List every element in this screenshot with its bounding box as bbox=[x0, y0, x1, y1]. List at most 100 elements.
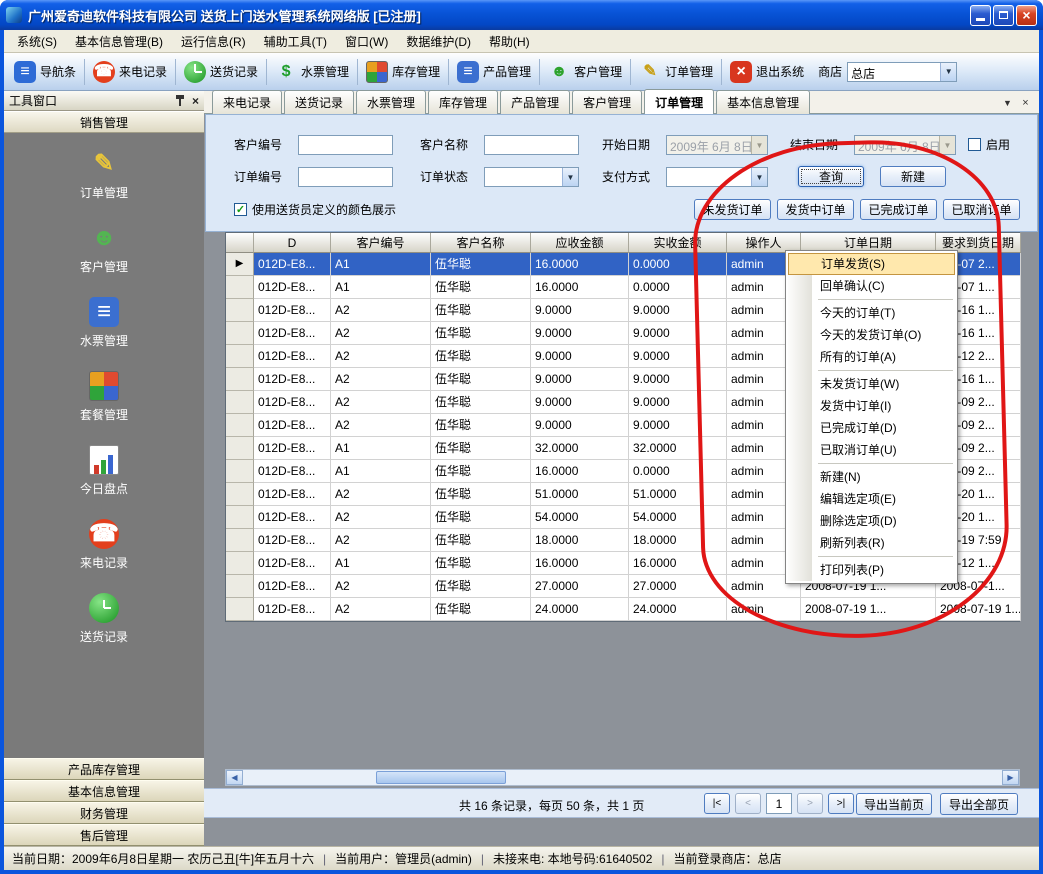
context-menu-item[interactable]: 订单发货(S) bbox=[788, 253, 955, 275]
status-filter-button[interactable]: 发货中订单 bbox=[777, 199, 854, 220]
sidebar-item[interactable]: ☻客户管理 bbox=[80, 223, 128, 275]
delivery-color-checkbox[interactable] bbox=[234, 203, 247, 216]
grid-column-header[interactable]: 实收金额 bbox=[629, 233, 727, 253]
grid-column-header[interactable]: 客户名称 bbox=[431, 233, 531, 253]
sidebar-bottom-item[interactable]: 售后管理 bbox=[4, 824, 204, 846]
horizontal-scrollbar[interactable]: ◀ ▶ bbox=[225, 769, 1020, 786]
store-combo-arrow-icon[interactable]: ▼ bbox=[940, 63, 956, 81]
status-filter-button[interactable]: 已完成订单 bbox=[860, 199, 937, 220]
menubar-item[interactable]: 帮助(H) bbox=[480, 30, 539, 53]
context-menu-item[interactable]: 编辑选定项(E) bbox=[788, 488, 955, 510]
context-menu-item[interactable]: 刷新列表(R) bbox=[788, 532, 955, 554]
menubar-item[interactable]: 数据维护(D) bbox=[397, 30, 480, 53]
order-no-input[interactable] bbox=[298, 167, 393, 187]
menubar-item[interactable]: 辅助工具(T) bbox=[255, 30, 336, 53]
search-button[interactable]: 查询 bbox=[798, 166, 864, 187]
context-menu-item[interactable]: 今天的发货订单(O) bbox=[788, 324, 955, 346]
sidebar-item[interactable]: ✎订单管理 bbox=[80, 149, 128, 201]
toolbar-button[interactable]: ☻客户管理 bbox=[542, 57, 628, 87]
scroll-left-icon[interactable]: ◀ bbox=[226, 770, 243, 785]
enable-checkbox[interactable] bbox=[968, 138, 981, 151]
scroll-right-icon[interactable]: ▶ bbox=[1002, 770, 1019, 785]
tab-item[interactable]: 库存管理 bbox=[428, 90, 498, 114]
grid-column-header[interactable]: 应收金额 bbox=[531, 233, 629, 253]
cell-id: 012D-E8... bbox=[254, 345, 331, 368]
context-menu-item[interactable]: 删除选定项(D) bbox=[788, 510, 955, 532]
start-date-picker[interactable]: 2009年 6月 8日 ▼ bbox=[666, 135, 768, 155]
row-header bbox=[226, 552, 254, 575]
tab-dropdown-icon[interactable]: ▼ bbox=[1000, 95, 1015, 110]
cell-customer-name: 伍华聪 bbox=[431, 299, 531, 322]
export-all-pages-button[interactable]: 导出全部页 bbox=[940, 793, 1018, 815]
tab-close-icon[interactable]: × bbox=[1018, 95, 1033, 110]
context-menu-item[interactable]: 回单确认(C) bbox=[788, 275, 955, 297]
context-menu-item[interactable]: 所有的订单(A) bbox=[788, 346, 955, 368]
sidebar-bottom-item[interactable]: 产品库存管理 bbox=[4, 758, 204, 780]
context-menu-item[interactable]: 已取消订单(U) bbox=[788, 439, 955, 461]
customer-no-input[interactable] bbox=[298, 135, 393, 155]
sidebar-close-icon[interactable]: × bbox=[192, 95, 199, 107]
end-date-picker[interactable]: 2009年 6月 8日 ▼ bbox=[854, 135, 956, 155]
water-ticket-dollar-icon: $ bbox=[275, 61, 297, 83]
sidebar-item[interactable]: ☎来电记录 bbox=[80, 519, 128, 571]
toolbar-button[interactable]: 库存管理 bbox=[360, 57, 446, 87]
menubar-item[interactable]: 窗口(W) bbox=[336, 30, 397, 53]
tab-item[interactable]: 来电记录 bbox=[212, 90, 282, 114]
context-menu-item[interactable]: 打印列表(P) bbox=[788, 559, 955, 581]
sidebar-item[interactable]: 套餐管理 bbox=[80, 371, 128, 423]
grid-column-header[interactable]: D bbox=[254, 233, 331, 253]
minimize-button[interactable] bbox=[970, 5, 991, 26]
next-page-button[interactable]: > bbox=[797, 793, 823, 814]
sidebar-item[interactable]: 今日盘点 bbox=[80, 445, 128, 497]
order-status-arrow-icon[interactable]: ▼ bbox=[562, 168, 578, 186]
pay-method-combo[interactable]: ▼ bbox=[666, 167, 768, 187]
menubar-item[interactable]: 运行信息(R) bbox=[172, 30, 255, 53]
menubar-item[interactable]: 基本信息管理(B) bbox=[66, 30, 172, 53]
delivery-clock-icon bbox=[184, 61, 206, 83]
restore-button[interactable] bbox=[993, 5, 1014, 26]
toolbar-button[interactable]: ≡导航条 bbox=[8, 57, 82, 87]
export-current-page-button[interactable]: 导出当前页 bbox=[856, 793, 932, 815]
pay-method-arrow-icon[interactable]: ▼ bbox=[751, 168, 767, 186]
sidebar-bottom-item[interactable]: 基本信息管理 bbox=[4, 780, 204, 802]
first-page-button[interactable]: |< bbox=[704, 793, 730, 814]
page-number-input[interactable] bbox=[766, 793, 792, 814]
status-filter-button[interactable]: 未发货订单 bbox=[694, 199, 771, 220]
prev-page-button[interactable]: < bbox=[735, 793, 761, 814]
scrollbar-thumb[interactable] bbox=[376, 771, 506, 784]
pin-icon[interactable] bbox=[175, 95, 185, 106]
order-status-combo[interactable]: ▼ bbox=[484, 167, 579, 187]
toolbar-button[interactable]: ×退出系统 bbox=[724, 57, 810, 87]
sidebar-item[interactable]: ≡水票管理 bbox=[80, 297, 128, 349]
context-menu-item[interactable]: 发货中订单(I) bbox=[788, 395, 955, 417]
toolbar-button[interactable]: $水票管理 bbox=[269, 57, 355, 87]
cell-customer-name: 伍华聪 bbox=[431, 276, 531, 299]
toolbar-button[interactable]: ≡产品管理 bbox=[451, 57, 537, 87]
context-menu-item[interactable]: 未发货订单(W) bbox=[788, 373, 955, 395]
toolbar-button[interactable]: ✎订单管理 bbox=[633, 57, 719, 87]
tab-item[interactable]: 基本信息管理 bbox=[716, 90, 810, 114]
tab-item[interactable]: 水票管理 bbox=[356, 90, 426, 114]
cell-receivable: 16.0000 bbox=[531, 552, 629, 575]
context-menu-item[interactable]: 新建(N) bbox=[788, 466, 955, 488]
new-button[interactable]: 新建 bbox=[880, 166, 946, 187]
menubar-item[interactable]: 系统(S) bbox=[8, 30, 66, 53]
sidebar-bottom-item[interactable]: 财务管理 bbox=[4, 802, 204, 824]
tab-active[interactable]: 订单管理 bbox=[644, 89, 714, 114]
context-menu-item[interactable]: 已完成订单(D) bbox=[788, 417, 955, 439]
close-button[interactable]: × bbox=[1016, 5, 1037, 26]
customer-name-input[interactable] bbox=[484, 135, 579, 155]
context-menu-item[interactable]: 今天的订单(T) bbox=[788, 302, 955, 324]
sidebar-item[interactable]: 送货记录 bbox=[80, 593, 128, 645]
toolbar-button[interactable]: 送货记录 bbox=[178, 57, 264, 87]
status-filter-button[interactable]: 已取消订单 bbox=[943, 199, 1020, 220]
last-page-button[interactable]: >| bbox=[828, 793, 854, 814]
store-combo[interactable]: 总店 ▼ bbox=[847, 62, 957, 82]
tab-item[interactable]: 产品管理 bbox=[500, 90, 570, 114]
grid-column-header[interactable]: 客户编号 bbox=[331, 233, 431, 253]
tab-item[interactable]: 客户管理 bbox=[572, 90, 642, 114]
table-row[interactable]: 012D-E8...A2伍华聪24.000024.0000admin2008-0… bbox=[226, 598, 1019, 621]
toolbar-button[interactable]: ☎来电记录 bbox=[87, 57, 173, 87]
tab-item[interactable]: 送货记录 bbox=[284, 90, 354, 114]
cell-received: 9.0000 bbox=[629, 299, 727, 322]
